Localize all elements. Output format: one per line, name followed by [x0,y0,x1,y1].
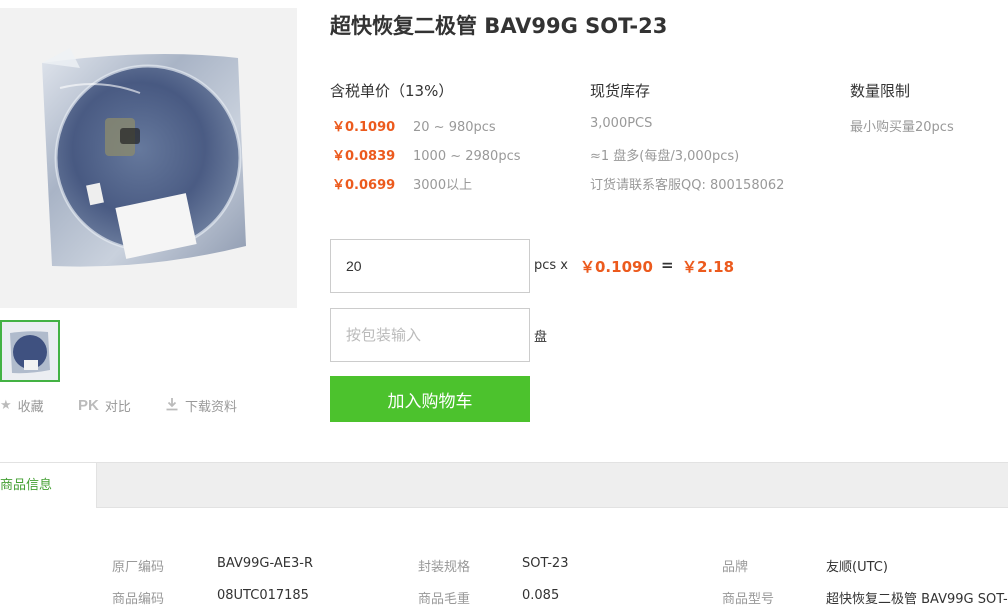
stock-quantity: 3,000PCS [590,116,653,131]
tier-price: ￥0.1090 [332,120,396,135]
star-icon: ★ [0,398,12,413]
quantity-input[interactable] [330,239,530,293]
tier-range: 3000以上 [413,178,473,193]
product-main-image [0,8,297,308]
tab-bar: 商品信息 [0,462,1008,508]
tier-price: ￥0.0699 [332,178,396,193]
spec-key: 商品编码 [112,592,165,606]
quantity-unit: pcs x [534,258,568,273]
compare-label: 对比 [104,400,131,415]
min-order: 最小购买量20pcs [850,120,954,135]
spec-key: 原厂编码 [112,560,165,575]
reel-input[interactable] [330,308,530,362]
pk-icon: PK [78,397,99,414]
product-thumbnail[interactable] [0,320,60,382]
price-tier: ￥0.0839 1000 ~ 2980pcs [332,145,521,164]
spec-key: 商品型号 [722,592,775,606]
spec-value: 超快恢复二极管 BAV99G SOT-23 [826,592,1008,606]
tab-product-info[interactable]: 商品信息 [0,462,97,508]
tier-range: 1000 ~ 2980pcs [413,149,521,164]
download-label: 下载资料 [185,400,238,415]
spec-value: 08UTC017185 [217,588,309,603]
spec-value: BAV99G-AE3-R [217,556,313,571]
price-header: 含税单价（13%） [330,82,454,100]
stock-contact: 订货请联系客服QQ: 800158062 [590,178,785,193]
calc-total: ￥2.18 [682,258,735,276]
product-title: 超快恢复二极管 BAV99G SOT-23 [330,14,668,38]
price-tier: ￥0.1090 20 ~ 980pcs [332,116,496,135]
favorite-label: 收藏 [17,400,44,415]
calc-equals: = [661,256,674,274]
spec-value: 0.085 [522,588,560,603]
compare-button[interactable]: PK 对比 [78,396,131,415]
tier-price: ￥0.0839 [332,149,396,164]
spec-value: 友顺(UTC) [826,560,888,575]
download-icon [165,397,179,415]
spec-key: 商品毛重 [418,592,471,606]
spec-value: SOT-23 [522,556,569,571]
favorite-button[interactable]: ★ 收藏 [0,396,44,415]
limit-header: 数量限制 [850,82,911,100]
download-button[interactable]: 下载资料 [165,396,237,415]
spec-key: 品牌 [722,560,749,575]
tier-range: 20 ~ 980pcs [413,120,496,135]
price-tier: ￥0.0699 3000以上 [332,174,472,193]
calc-unit-price: ￥0.1090 [580,258,653,276]
spec-key: 封装规格 [418,560,471,575]
stock-reel-info: ≈1 盘多(每盘/3,000pcs) [590,149,740,164]
stock-header: 现货库存 [590,82,651,100]
add-to-cart-button[interactable]: 加入购物车 [330,376,530,422]
reel-unit: 盘 [534,330,548,345]
